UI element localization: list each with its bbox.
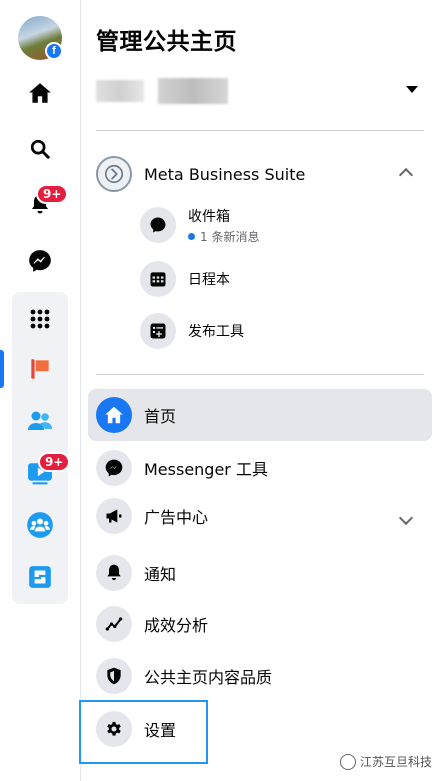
calendar-icon [140, 261, 176, 297]
active-indicator [0, 350, 4, 388]
nav-item-ad-center[interactable]: 广告中心 [96, 498, 208, 534]
suite-item-inbox[interactable]: 收件箱 1 条新消息 [140, 205, 259, 245]
watermark: 江苏互旦科技 [340, 753, 432, 770]
insights-icon [96, 606, 132, 642]
video-badge: 9+ [38, 452, 71, 472]
left-rail: f 9+ 9+ [0, 0, 81, 781]
grid-menu-icon [30, 309, 50, 329]
meta-business-suite-label: Meta Business Suite [144, 164, 306, 184]
home-icon [96, 397, 132, 433]
nav-item-settings[interactable]: 设置 [96, 711, 176, 747]
home-icon [29, 83, 51, 103]
nav-item-insights[interactable]: 成效分析 [96, 606, 208, 642]
publishing-tools-icon [140, 313, 176, 349]
divider [96, 130, 424, 131]
suite-item-publishing-tools[interactable]: 发布工具 [140, 311, 244, 351]
blurred-page-name [158, 78, 228, 104]
groups-rail-button[interactable] [12, 502, 68, 548]
nav-item-label: 公共主页内容品质 [144, 668, 273, 687]
page-switcher[interactable] [96, 78, 424, 106]
unread-dot [188, 232, 195, 240]
search-icon [30, 139, 50, 159]
meta-business-suite-icon [96, 156, 132, 192]
suite-item-calendar[interactable]: 日程本 [140, 259, 230, 299]
home-rail-button[interactable] [12, 70, 68, 116]
nav-item-notifications[interactable]: 通知 [96, 555, 176, 591]
nav-item-label: 首页 [144, 407, 177, 426]
nav-item-label: 成效分析 [144, 616, 209, 635]
nav-item-label: 广告中心 [144, 508, 209, 527]
nav-item-label: 通知 [144, 565, 177, 584]
bell-icon [96, 555, 132, 591]
groups-icon [27, 512, 53, 538]
suite-item-label: 日程本 [188, 272, 230, 288]
nav-item-home[interactable]: 首页 [96, 397, 176, 433]
nav-item-label: 设置 [144, 721, 177, 740]
watermark-text: 江苏互旦科技 [360, 755, 433, 769]
megaphone-icon [96, 498, 132, 534]
nav-item-messenger-tools[interactable]: Messenger 工具 [96, 450, 268, 486]
messenger-icon [29, 250, 51, 272]
inbox-new-messages: 1 条新消息 [188, 228, 259, 245]
pages-rail-button[interactable] [12, 346, 68, 392]
chevron-down-icon[interactable] [398, 510, 414, 526]
wechat-icon [340, 753, 356, 770]
all-tools-rail-button[interactable] [12, 296, 68, 342]
gear-icon [96, 711, 132, 747]
suite-item-label: 发布工具 [188, 324, 244, 340]
nav-item-content-quality[interactable]: 公共主页内容品质 [96, 658, 272, 694]
gaming-rail-button[interactable] [12, 554, 68, 600]
messenger-bubble-icon [140, 207, 176, 243]
people-icon [28, 411, 52, 430]
dropdown-caret-icon [406, 86, 418, 93]
shield-icon [96, 658, 132, 694]
divider [96, 374, 424, 375]
meta-business-suite-section[interactable]: Meta Business Suite [96, 154, 424, 194]
facebook-icon: f [45, 42, 63, 60]
blurred-page-avatar [96, 80, 144, 102]
suite-item-label: 收件箱 [188, 208, 230, 225]
friends-rail-button[interactable] [12, 398, 68, 444]
messenger-icon [96, 450, 132, 486]
flag-icon [31, 359, 49, 379]
notifications-badge: 9+ [36, 184, 69, 204]
nav-item-label: Messenger 工具 [144, 460, 268, 479]
search-rail-button[interactable] [12, 126, 68, 172]
gaming-icon [29, 566, 51, 588]
messenger-rail-button[interactable] [12, 238, 68, 284]
inbox-meta-text: 1 条新消息 [200, 229, 260, 244]
page-title: 管理公共主页 [96, 29, 237, 55]
